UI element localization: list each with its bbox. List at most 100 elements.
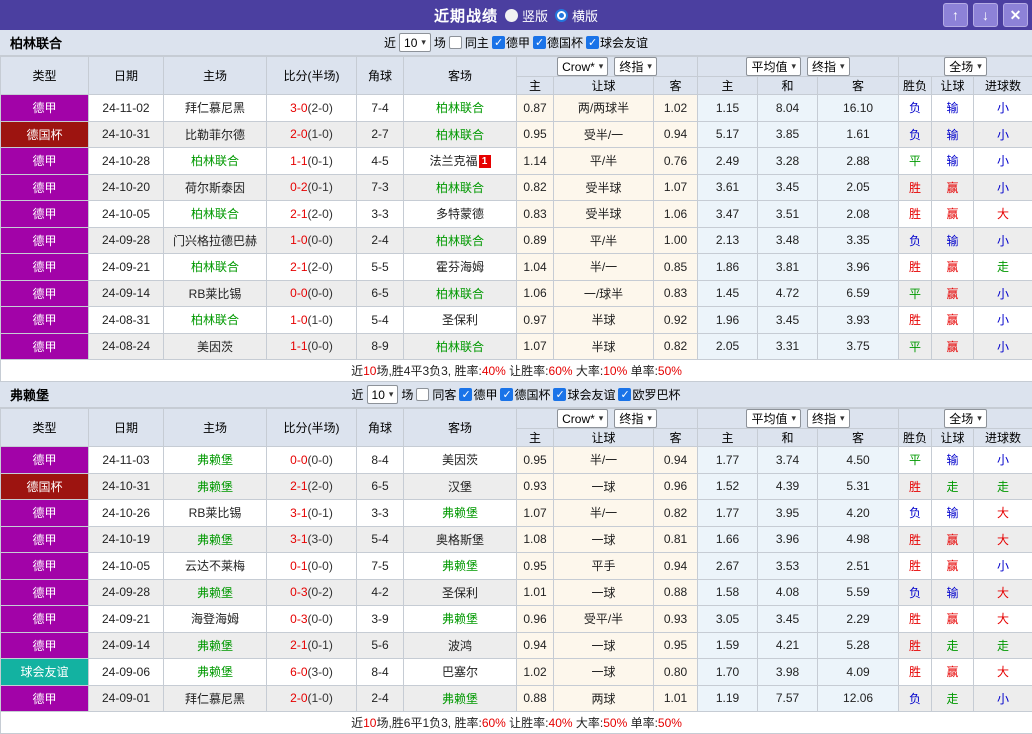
away-team-link[interactable]: 弗赖堡	[442, 612, 478, 626]
radio-vertical-label: 竖版	[522, 6, 548, 25]
odds-final-select[interactable]: 终指▾	[614, 57, 657, 76]
home-team-link[interactable]: 弗赖堡	[197, 533, 233, 547]
avg-final-select[interactable]: 终指▾	[807, 57, 850, 76]
home-team-link[interactable]: RB莱比锡	[189, 287, 242, 301]
odds-final-select[interactable]: 终指▾	[614, 409, 657, 428]
home-team-link[interactable]: 柏林联合	[191, 207, 239, 221]
home-team-link[interactable]: 海登海姆	[191, 612, 239, 626]
league-checkbox-1[interactable]	[500, 388, 513, 401]
away-team-link[interactable]: 柏林联合	[436, 340, 484, 354]
match-row: 德甲24-10-05云达不莱梅0-1(0-0)7-5弗赖堡0.95平手0.942…	[1, 553, 1032, 580]
home-team-link[interactable]: 弗赖堡	[197, 480, 233, 494]
radio-vertical[interactable]: 竖版	[505, 6, 548, 25]
full-time-score: 0-3	[290, 612, 307, 626]
result-outcome-cell: 负	[899, 121, 932, 148]
home-team-link[interactable]: 柏林联合	[191, 313, 239, 327]
away-team-link[interactable]: 奥格斯堡	[436, 533, 484, 547]
same-venue-checkbox[interactable]	[449, 36, 462, 49]
crow-handicap-cell: 一球	[554, 579, 654, 606]
away-team-link[interactable]: 弗赖堡	[442, 692, 478, 706]
league-filter-1[interactable]: 德国杯	[500, 386, 550, 403]
radio-horizontal-icon[interactable]	[555, 9, 568, 22]
away-team-link[interactable]: 柏林联合	[436, 181, 484, 195]
odds-source-select[interactable]: Crow*▾	[557, 57, 608, 76]
home-team-link[interactable]: 拜仁慕尼黑	[185, 692, 245, 706]
away-team-link[interactable]: 汉堡	[448, 480, 472, 494]
avg-away-odds-cell: 5.28	[818, 632, 899, 659]
league-checkbox-2[interactable]	[586, 36, 599, 49]
odds-source-select[interactable]: Crow*▾	[557, 409, 608, 428]
league-filter-2[interactable]: 球会友谊	[553, 386, 615, 403]
league-checkbox-1[interactable]	[533, 36, 546, 49]
result-outcome-cell: 负	[899, 95, 932, 122]
home-team-link[interactable]: 云达不莱梅	[185, 559, 245, 573]
league-filter-0[interactable]: 德甲	[492, 34, 530, 51]
away-team-link[interactable]: 柏林联合	[436, 101, 484, 115]
close-button[interactable]: ✕	[1003, 3, 1028, 27]
avg-select[interactable]: 平均值▾	[746, 409, 801, 428]
sub-col-header-0: 主	[517, 77, 554, 95]
same-venue-checkbox[interactable]	[416, 388, 429, 401]
move-up-button[interactable]: ↑	[943, 3, 968, 27]
league-checkbox-0[interactable]	[459, 388, 472, 401]
home-team-link[interactable]: 弗赖堡	[197, 665, 233, 679]
away-team-link[interactable]: 柏林联合	[436, 128, 484, 142]
away-team-link[interactable]: 弗赖堡	[442, 506, 478, 520]
crow-away-odds-cell: 0.80	[654, 659, 698, 686]
avg-select[interactable]: 平均值▾	[746, 57, 801, 76]
result-goals-cell: 大	[974, 659, 1032, 686]
match-row: 德甲24-10-05柏林联合2-1(2-0)3-3多特蒙德0.83受半球1.06…	[1, 201, 1032, 228]
crow-handicap-cell: 受平/半	[554, 606, 654, 633]
radio-horizontal[interactable]: 横版	[555, 6, 598, 25]
scope-select[interactable]: 全场 ▾	[944, 409, 987, 428]
away-team-link[interactable]: 波鸿	[448, 639, 472, 653]
league-label-text: 欧罗巴杯	[632, 386, 680, 403]
league-checkbox-2[interactable]	[553, 388, 566, 401]
league-filter-0[interactable]: 德甲	[459, 386, 497, 403]
crow-handicap-cell: 半/一	[554, 447, 654, 474]
away-team-link[interactable]: 圣保利	[442, 313, 478, 327]
home-team-link[interactable]: RB莱比锡	[189, 506, 242, 520]
league-checkbox-3[interactable]	[618, 388, 631, 401]
crow-away-odds-cell: 1.02	[654, 95, 698, 122]
away-team-link[interactable]: 柏林联合	[436, 234, 484, 248]
away-team-link[interactable]: 柏林联合	[436, 287, 484, 301]
avg-draw-odds-cell: 3.95	[758, 500, 818, 527]
avg-away-odds-cell: 4.98	[818, 526, 899, 553]
away-team-link[interactable]: 美因茨	[442, 453, 478, 467]
home-team-link[interactable]: 弗赖堡	[197, 639, 233, 653]
match-count-select[interactable]: 10▾	[367, 385, 399, 404]
home-team-link[interactable]: 荷尔斯泰因	[185, 181, 245, 195]
avg-away-odds-cell: 2.51	[818, 553, 899, 580]
home-team-link[interactable]: 门兴格拉德巴赫	[173, 234, 257, 248]
home-team-link[interactable]: 美因茨	[197, 340, 233, 354]
away-team-link[interactable]: 霍芬海姆	[436, 260, 484, 274]
away-team-link[interactable]: 多特蒙德	[436, 207, 484, 221]
chevron-down-icon: ▾	[977, 413, 982, 424]
away-team-link[interactable]: 法兰克福	[429, 154, 477, 168]
league-filter-1[interactable]: 德国杯	[533, 34, 583, 51]
away-team-link[interactable]: 圣保利	[442, 586, 478, 600]
avg-final-select[interactable]: 终指▾	[807, 409, 850, 428]
league-checkbox-0[interactable]	[492, 36, 505, 49]
sub-col-header-5: 客	[818, 429, 899, 447]
league-filter-3[interactable]: 欧罗巴杯	[618, 386, 680, 403]
avg-away-odds-cell: 3.75	[818, 333, 899, 360]
move-down-button[interactable]: ↓	[973, 3, 998, 27]
home-team-link[interactable]: 柏林联合	[191, 154, 239, 168]
home-team-link[interactable]: 弗赖堡	[197, 453, 233, 467]
home-team-link[interactable]: 柏林联合	[191, 260, 239, 274]
home-team-link[interactable]: 比勒菲尔德	[185, 128, 245, 142]
away-team-cell: 奥格斯堡	[404, 526, 517, 553]
league-filter-2[interactable]: 球会友谊	[586, 34, 648, 51]
away-team-link[interactable]: 巴塞尔	[442, 665, 478, 679]
scope-select[interactable]: 全场▾	[944, 57, 987, 76]
away-team-link[interactable]: 弗赖堡	[442, 559, 478, 573]
date-cell: 24-10-19	[89, 526, 164, 553]
home-team-link[interactable]: 拜仁慕尼黑	[185, 101, 245, 115]
scope-select-value: 全场	[949, 410, 973, 427]
radio-vertical-icon[interactable]	[505, 9, 518, 22]
match-count-select[interactable]: 10▾	[399, 33, 431, 52]
home-team-link[interactable]: 弗赖堡	[197, 586, 233, 600]
away-team-cell: 柏林联合	[404, 280, 517, 307]
